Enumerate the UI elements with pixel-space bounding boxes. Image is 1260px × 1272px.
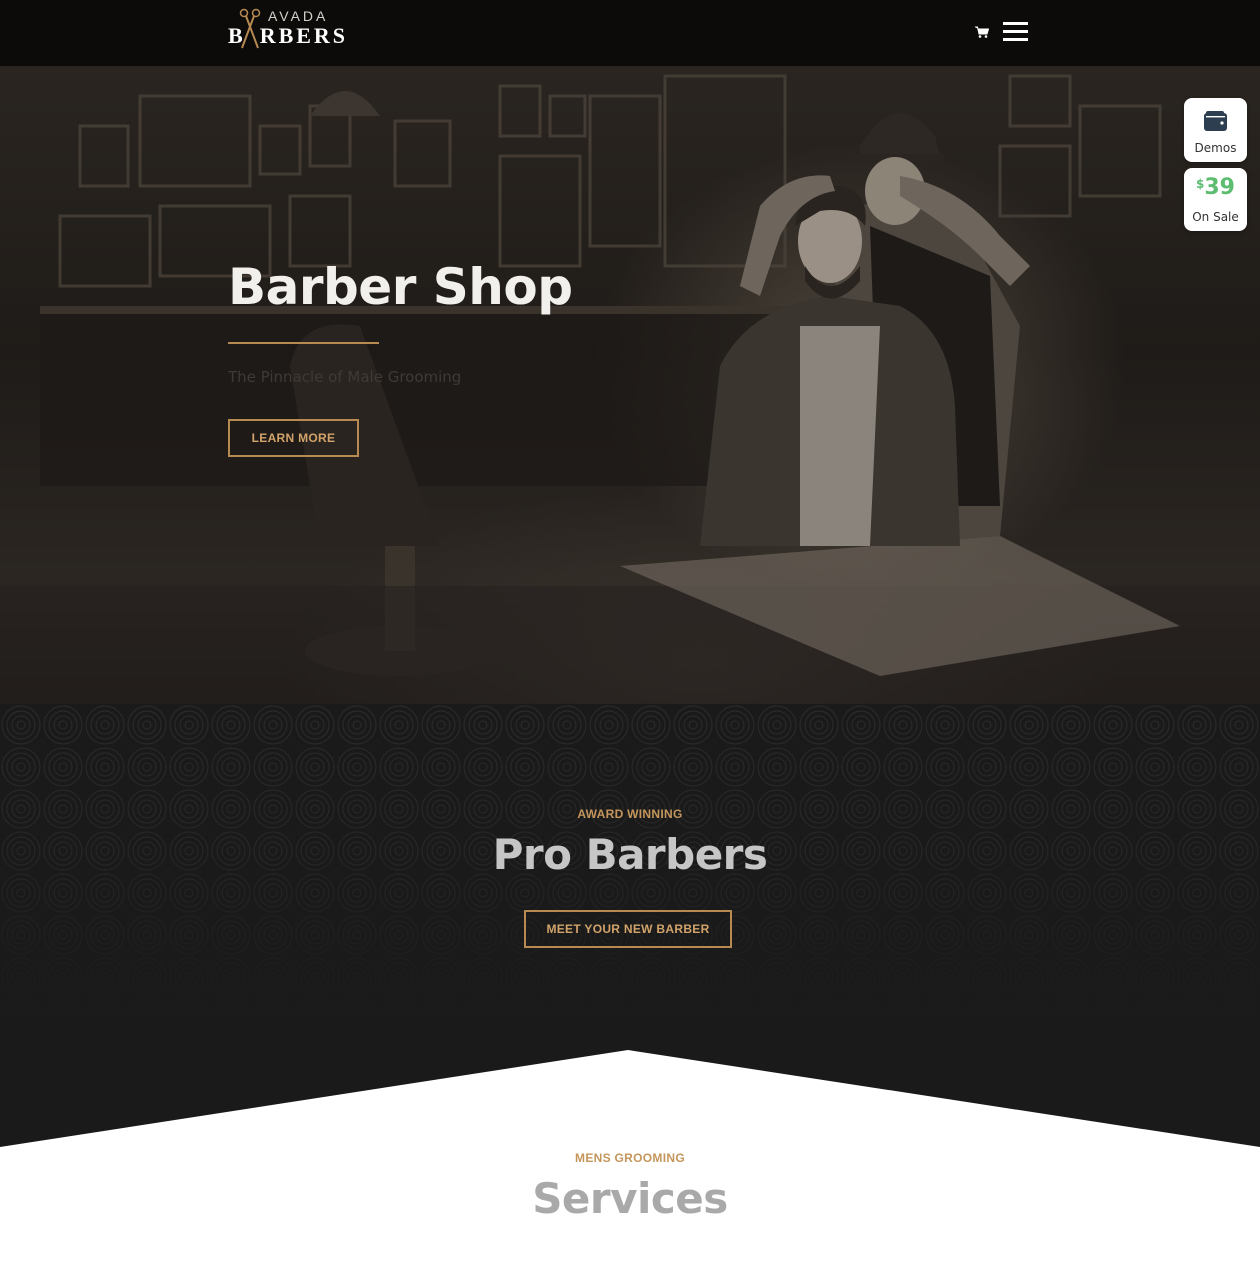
on-sale-button[interactable]: $39 On Sale	[1184, 168, 1247, 231]
barbershop-photo	[0, 74, 1260, 704]
award-winning-eyebrow: AWARD WINNING	[577, 807, 683, 821]
demos-button[interactable]: Demos	[1184, 98, 1247, 162]
demos-label: Demos	[1194, 141, 1237, 155]
services-section: MENS GROOMING Services	[0, 1130, 1260, 1272]
hero-section: Barber Shop The Pinnacle of Male Groomin…	[0, 66, 1260, 704]
price-currency: $	[1196, 177, 1205, 191]
logo-top-text: AVADA	[268, 8, 329, 24]
learn-more-button[interactable]: LEARN MORE	[228, 419, 359, 457]
site-header: AVADA B RBERS	[0, 0, 1260, 66]
pro-barbers-title: Pro Barbers	[492, 830, 768, 879]
services-title: Services	[532, 1174, 728, 1223]
logo-bottom-text: B RBERS	[228, 23, 348, 49]
wallet-icon	[1204, 111, 1227, 131]
logo-bottom-right: RBERS	[259, 23, 349, 48]
price-value: 39	[1204, 175, 1235, 200]
sale-price: $39	[1184, 175, 1247, 200]
meet-your-new-barber-button[interactable]: MEET YOUR NEW BARBER	[524, 910, 732, 948]
mens-grooming-eyebrow: MENS GROOMING	[575, 1151, 685, 1165]
logo-bottom-left: B	[228, 23, 246, 48]
hamburger-menu-icon[interactable]	[1003, 22, 1028, 42]
cart-icon[interactable]	[975, 26, 989, 38]
on-sale-label: On Sale	[1192, 210, 1239, 224]
site-logo[interactable]: AVADA B RBERS	[228, 6, 358, 50]
hero-subtitle: The Pinnacle of Male Grooming	[228, 368, 462, 386]
hero-divider	[228, 342, 379, 344]
hero-title: Barber Shop	[228, 258, 573, 316]
